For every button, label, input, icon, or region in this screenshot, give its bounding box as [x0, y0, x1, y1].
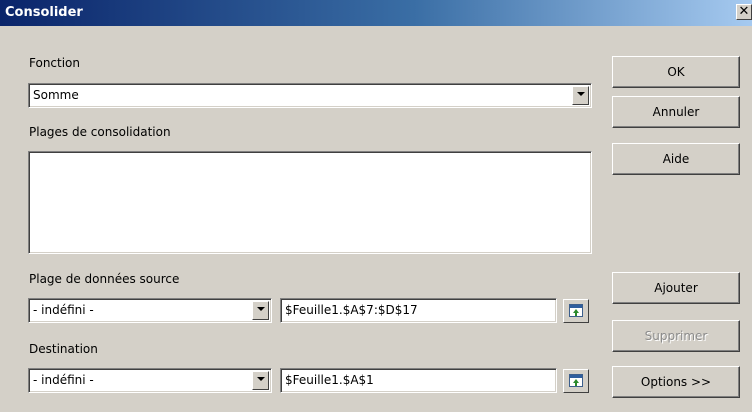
close-button[interactable]: ✕ [736, 4, 752, 20]
title-bar[interactable]: Consolider ✕ [0, 0, 752, 26]
add-button[interactable]: Ajouter [612, 272, 740, 304]
destination-dropdown-button[interactable] [252, 371, 269, 390]
shrink-dialog-icon [569, 374, 583, 387]
destination-label: Destination [29, 342, 98, 356]
consolidation-ranges-list[interactable] [28, 151, 592, 254]
options-button[interactable]: Options >> [612, 366, 740, 398]
ok-button[interactable]: OK [612, 56, 740, 88]
source-range-value: $Feuille1.$A$7:$D$17 [285, 303, 418, 317]
help-button[interactable]: Aide [612, 143, 740, 175]
source-dropdown-button[interactable] [252, 301, 269, 320]
destination-range-value: $Feuille1.$A$1 [285, 373, 374, 387]
remove-button[interactable]: Supprimer [612, 320, 740, 352]
consolidate-dialog: Consolider ✕ Fonction Somme Plages de co… [0, 0, 752, 412]
chevron-down-icon [577, 92, 585, 96]
chevron-down-icon [257, 377, 265, 381]
function-dropdown-button[interactable] [572, 86, 589, 105]
dialog-title: Consolider [5, 5, 83, 20]
cancel-button[interactable]: Annuler [612, 96, 740, 128]
source-range-dropdown[interactable]: - indéfini - [28, 298, 272, 323]
destination-shrink-button[interactable] [563, 369, 589, 393]
source-dropdown-value: - indéfini - [33, 303, 94, 317]
close-icon: ✕ [738, 4, 750, 19]
shrink-dialog-icon [569, 304, 583, 317]
function-value: Somme [33, 88, 79, 102]
function-label: Fonction [29, 56, 81, 70]
chevron-down-icon [257, 307, 265, 311]
source-shrink-button[interactable] [563, 299, 589, 323]
destination-range-input[interactable]: $Feuille1.$A$1 [280, 368, 557, 393]
function-dropdown[interactable]: Somme [28, 83, 592, 108]
destination-dropdown-value: - indéfini - [33, 373, 94, 387]
destination-dropdown[interactable]: - indéfini - [28, 368, 272, 393]
ranges-label: Plages de consolidation [29, 125, 171, 139]
source-range-input[interactable]: $Feuille1.$A$7:$D$17 [280, 298, 557, 323]
source-range-label: Plage de données source [29, 272, 180, 286]
